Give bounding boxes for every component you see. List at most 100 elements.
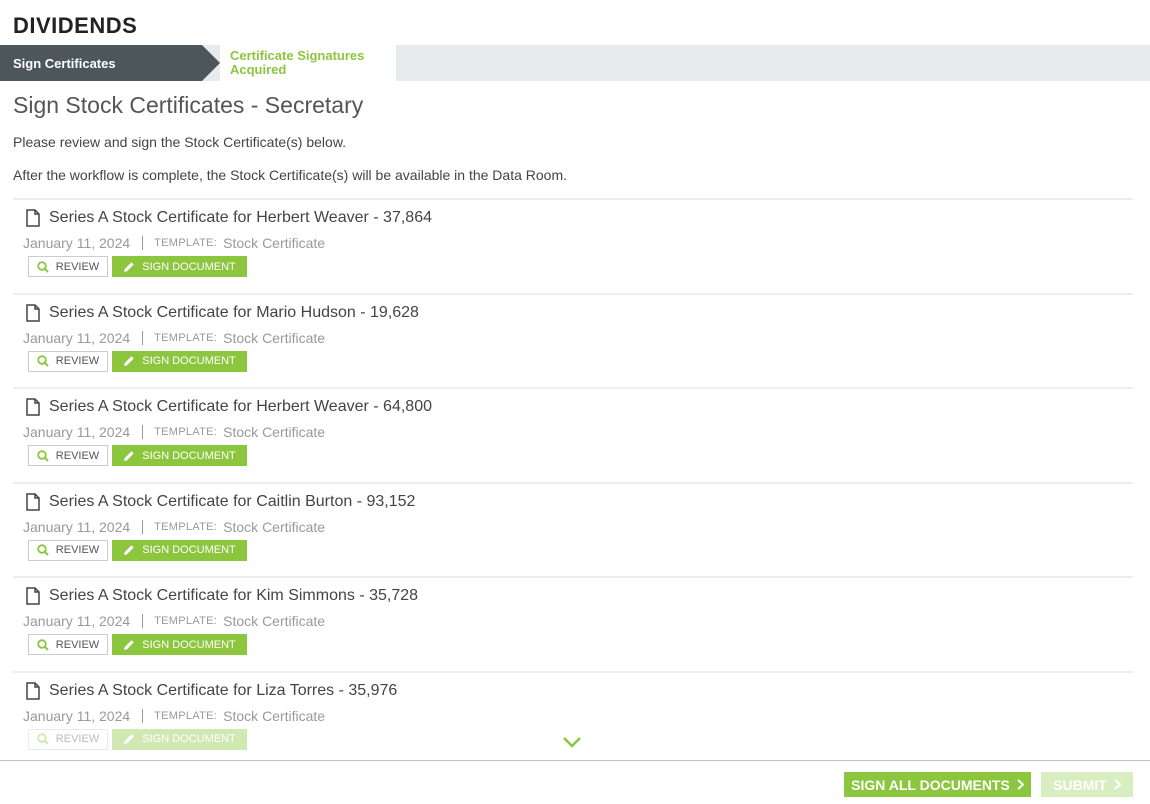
template-name: Stock Certificate xyxy=(223,235,326,251)
sign-document-label: SIGN DOCUMENT xyxy=(142,733,236,745)
meta-divider xyxy=(142,708,144,723)
sign-document-label: SIGN DOCUMENT xyxy=(142,544,236,556)
document-date: January 11, 2024 xyxy=(23,707,131,724)
template-name: Stock Certificate xyxy=(223,613,326,629)
search-icon xyxy=(37,638,49,651)
sign-document-label: SIGN DOCUMENT xyxy=(142,638,236,651)
sign-document-label: SIGN DOCUMENT xyxy=(142,449,236,462)
document-item: Series A Stock Certificate for Herbert W… xyxy=(13,387,1133,482)
document-date: January 11, 2024 xyxy=(23,235,131,251)
sign-all-label: SIGN ALL DOCUMENTS xyxy=(851,776,1010,793)
stepper-track xyxy=(399,45,1150,81)
search-icon xyxy=(37,260,49,273)
chevron-right-icon xyxy=(1017,779,1024,790)
search-icon xyxy=(37,733,49,745)
template-label: TEMPLATE: xyxy=(154,426,218,438)
submit-button[interactable]: SUBMIT xyxy=(1041,772,1133,797)
review-label: REVIEW xyxy=(55,260,100,273)
sign-document-button[interactable]: SIGN DOCUMENT xyxy=(112,256,247,277)
document-item: Series A Stock Certificate for Mario Hud… xyxy=(13,292,1133,388)
document-list[interactable]: Series A Stock Certificate for Herbert W… xyxy=(13,198,1133,750)
document-item: Series A Stock Certificate for Kim Simmo… xyxy=(13,576,1133,671)
file-icon xyxy=(26,492,40,511)
review-button[interactable]: REVIEW xyxy=(28,634,108,655)
document-header: Series A Stock Certificate for Herbert W… xyxy=(25,398,432,416)
review-button[interactable]: REVIEW xyxy=(28,539,108,561)
step-sign-certificates[interactable]: Sign Certificates xyxy=(0,45,220,81)
document-header: Series A Stock Certificate for Caitlin B… xyxy=(25,493,415,511)
sign-document-button[interactable]: SIGN DOCUMENT xyxy=(112,728,247,750)
document-actions: REVIEW SIGN DOCUMENT xyxy=(28,350,247,372)
template-name: Stock Certificate xyxy=(223,329,326,346)
document-title[interactable]: Series A Stock Certificate for Herbert W… xyxy=(49,398,432,416)
review-label: REVIEW xyxy=(55,544,100,556)
template-label: TEMPLATE: xyxy=(154,709,218,722)
review-button[interactable]: REVIEW xyxy=(28,445,108,466)
document-actions: REVIEW SIGN DOCUMENT xyxy=(28,445,247,466)
step-label-line2: Acquired xyxy=(230,62,287,77)
document-meta: January 11, 2024 TEMPLATE: Stock Certifi… xyxy=(23,330,325,346)
step-label: Sign Certificates xyxy=(13,55,116,71)
pencil-icon xyxy=(124,734,134,744)
sign-document-button[interactable]: SIGN DOCUMENT xyxy=(112,350,247,372)
review-button[interactable]: REVIEW xyxy=(28,728,108,750)
template-label: TEMPLATE: xyxy=(154,520,218,533)
meta-divider xyxy=(142,330,144,345)
intro-note: After the workflow is complete, the Stoc… xyxy=(13,167,568,183)
footer-bar: SIGN ALL DOCUMENTS SUBMIT xyxy=(0,760,1150,804)
search-icon xyxy=(37,355,49,367)
document-item: Series A Stock Certificate for Herbert W… xyxy=(13,198,1133,293)
workflow-stepper: Sign Certificates Certificate Signatures… xyxy=(0,45,1150,81)
file-icon xyxy=(26,398,40,416)
pencil-icon xyxy=(124,545,134,555)
document-date: January 11, 2024 xyxy=(23,329,131,346)
app-title: DIVIDENDS xyxy=(13,13,138,38)
sign-document-label: SIGN DOCUMENT xyxy=(142,355,236,367)
document-meta: January 11, 2024 TEMPLATE: Stock Certifi… xyxy=(23,519,325,535)
review-label: REVIEW xyxy=(55,449,100,462)
review-label: REVIEW xyxy=(55,638,100,651)
meta-divider xyxy=(142,236,144,250)
document-title[interactable]: Series A Stock Certificate for Herbert W… xyxy=(49,209,432,227)
search-icon xyxy=(37,449,49,462)
page-title: Sign Stock Certificates - Secretary xyxy=(13,92,364,118)
pencil-icon xyxy=(124,261,134,272)
document-actions: REVIEW SIGN DOCUMENT xyxy=(28,634,247,655)
sign-document-button[interactable]: SIGN DOCUMENT xyxy=(112,634,247,655)
file-icon xyxy=(26,587,40,605)
template-name: Stock Certificate xyxy=(223,518,326,535)
document-date: January 11, 2024 xyxy=(23,613,131,629)
document-header: Series A Stock Certificate for Liza Torr… xyxy=(25,682,397,700)
template-name: Stock Certificate xyxy=(223,707,326,724)
file-icon xyxy=(26,209,40,227)
document-actions: REVIEW SIGN DOCUMENT xyxy=(28,256,247,277)
document-title[interactable]: Series A Stock Certificate for Kim Simmo… xyxy=(49,587,418,605)
document-header: Series A Stock Certificate for Kim Simmo… xyxy=(25,587,418,605)
document-meta: January 11, 2024 TEMPLATE: Stock Certifi… xyxy=(23,613,325,629)
pencil-icon xyxy=(124,450,134,461)
scroll-down-chevron-icon[interactable] xyxy=(562,735,582,749)
step-certificate-signatures-acquired[interactable]: Certificate Signatures Acquired xyxy=(220,45,396,81)
review-label: REVIEW xyxy=(55,355,100,367)
document-title[interactable]: Series A Stock Certificate for Caitlin B… xyxy=(49,493,415,511)
pencil-icon xyxy=(124,639,134,650)
chevron-right-icon xyxy=(1114,779,1121,790)
document-title[interactable]: Series A Stock Certificate for Mario Hud… xyxy=(49,304,419,322)
document-title[interactable]: Series A Stock Certificate for Liza Torr… xyxy=(49,682,397,700)
sign-all-documents-button[interactable]: SIGN ALL DOCUMENTS xyxy=(844,772,1031,797)
review-button[interactable]: REVIEW xyxy=(28,256,108,277)
document-header: Series A Stock Certificate for Herbert W… xyxy=(25,209,432,227)
document-actions: REVIEW SIGN DOCUMENT xyxy=(28,539,247,561)
sign-document-button[interactable]: SIGN DOCUMENT xyxy=(112,539,247,561)
sign-document-button[interactable]: SIGN DOCUMENT xyxy=(112,445,247,466)
step-label-line1: Certificate Signatures xyxy=(230,48,365,63)
intro-text: Please review and sign the Stock Certifi… xyxy=(13,134,347,150)
pencil-icon xyxy=(124,356,134,366)
template-label: TEMPLATE: xyxy=(154,237,218,249)
document-date: January 11, 2024 xyxy=(23,424,131,440)
review-label: REVIEW xyxy=(55,733,100,745)
document-actions: REVIEW SIGN DOCUMENT xyxy=(28,728,247,750)
review-button[interactable]: REVIEW xyxy=(28,350,108,372)
document-header: Series A Stock Certificate for Mario Hud… xyxy=(25,304,419,322)
document-meta: January 11, 2024 TEMPLATE: Stock Certifi… xyxy=(23,424,325,440)
